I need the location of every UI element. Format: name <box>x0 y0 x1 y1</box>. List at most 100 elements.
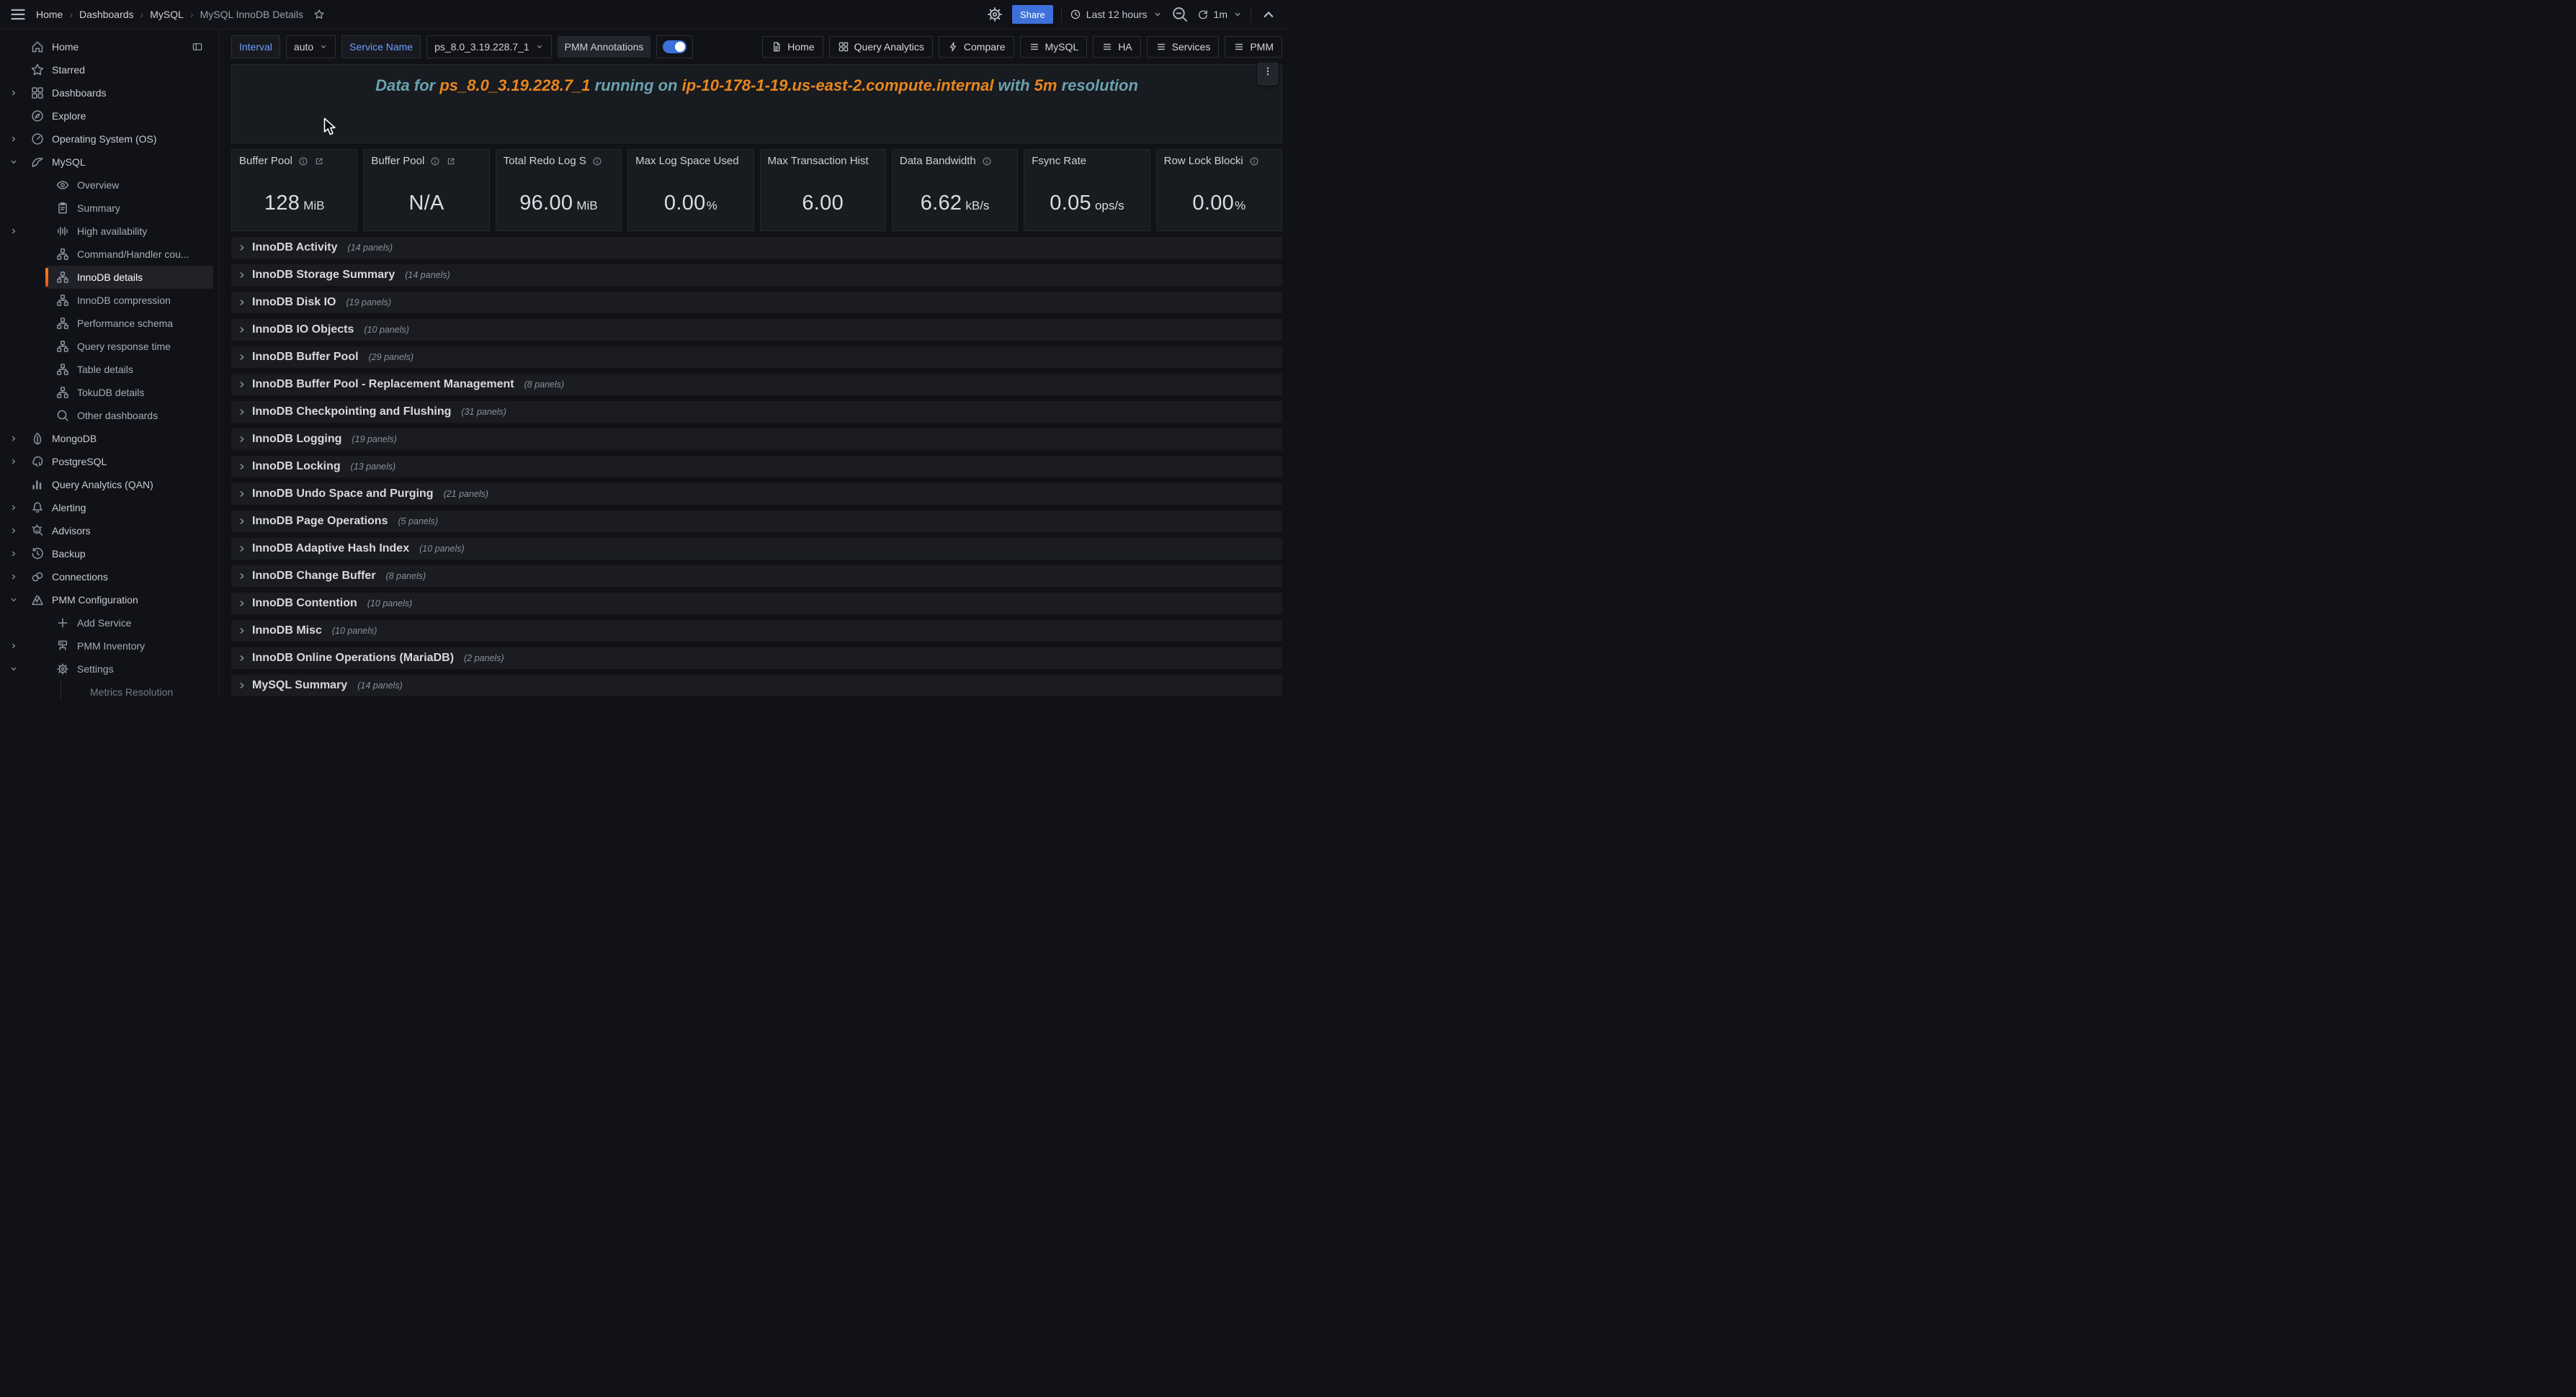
sidebar-item-table-details[interactable]: Table details <box>0 358 213 381</box>
nav-button-mysql[interactable]: MySQL <box>1020 36 1088 58</box>
sidebar-item-add-service[interactable]: Add Service <box>0 611 213 634</box>
stat-panel-header[interactable]: Max Log Space Used <box>635 155 746 167</box>
breadcrumb-item-home[interactable]: Home <box>36 9 63 20</box>
expander[interactable] <box>8 450 19 473</box>
chevron-down-sm-icon[interactable] <box>9 158 18 166</box>
dashboard-row-innodb-adaptive-hash-index[interactable]: InnoDB Adaptive Hash Index (10 panels) <box>231 538 1282 560</box>
chevron-right-icon[interactable] <box>9 503 18 512</box>
dashboard-row-innodb-undo-space-and-purging[interactable]: InnoDB Undo Space and Purging (21 panels… <box>231 483 1282 505</box>
chevron-right-icon[interactable] <box>9 642 18 650</box>
external-link-icon[interactable] <box>446 156 456 166</box>
dashboard-row-innodb-buffer-pool[interactable]: InnoDB Buffer Pool (29 panels) <box>231 346 1282 368</box>
sidebar-item-query-analytics-qan[interactable]: Query Analytics (QAN) <box>0 473 213 496</box>
chevron-right-icon[interactable] <box>9 549 18 558</box>
sidebar-item-pmm-inventory[interactable]: PMM Inventory <box>0 634 213 657</box>
refresh-icon[interactable] <box>1197 9 1209 20</box>
chevron-right-icon[interactable] <box>9 526 18 535</box>
service-name-select[interactable]: ps_8.0_3.19.228.7_1 <box>426 35 552 58</box>
sidebar-item-starred[interactable]: Starred <box>0 58 213 81</box>
expander[interactable] <box>8 220 19 243</box>
collapse-sidebar-button[interactable] <box>192 35 203 58</box>
interval-select[interactable]: auto <box>286 35 336 58</box>
sidebar-item-advisors[interactable]: Advisors <box>0 519 213 542</box>
chevron-down-sm-icon[interactable] <box>9 596 18 604</box>
info-icon[interactable] <box>982 156 992 166</box>
dashboard-row-innodb-locking[interactable]: InnoDB Locking (13 panels) <box>231 456 1282 477</box>
sidebar-item-performance-schema[interactable]: Performance schema <box>0 312 213 335</box>
breadcrumb-item-dashboards[interactable]: Dashboards <box>79 9 134 20</box>
dashboard-row-innodb-activity[interactable]: InnoDB Activity (14 panels) <box>231 237 1282 259</box>
sidebar-item-overview[interactable]: Overview <box>0 174 213 197</box>
share-button[interactable]: Share <box>1012 5 1053 24</box>
expander[interactable] <box>8 565 19 588</box>
chevron-right-icon[interactable] <box>9 457 18 466</box>
menu-icon[interactable] <box>9 5 27 24</box>
nav-button-query-analytics[interactable]: Query Analytics <box>829 36 933 58</box>
nav-button-services[interactable]: Services <box>1147 36 1220 58</box>
sidebar-item-pmm-configuration[interactable]: PMM Configuration <box>0 588 213 611</box>
info-icon[interactable] <box>592 156 602 166</box>
nav-button-pmm[interactable]: PMM <box>1225 36 1282 58</box>
sidebar-item-innodb-compression[interactable]: InnoDB compression <box>0 289 213 312</box>
dashboard-row-innodb-contention[interactable]: InnoDB Contention (10 panels) <box>231 593 1282 614</box>
chevron-right-icon[interactable] <box>9 135 18 143</box>
expander[interactable] <box>8 542 19 565</box>
sidebar-item-mysql[interactable]: MySQL <box>0 151 213 174</box>
dashboard-row-innodb-change-buffer[interactable]: InnoDB Change Buffer (8 panels) <box>231 565 1282 587</box>
dashboard-row-innodb-storage-summary[interactable]: InnoDB Storage Summary (14 panels) <box>231 264 1282 286</box>
pmm-annotations-toggle[interactable] <box>663 40 687 53</box>
refresh-picker[interactable]: 1m <box>1197 9 1243 20</box>
info-icon[interactable] <box>430 156 440 166</box>
stat-panel-header[interactable]: Total Redo Log S <box>504 155 614 167</box>
chevron-down-sm-icon[interactable] <box>9 665 18 673</box>
sidebar-item-command-handler-cou[interactable]: Command/Handler cou... <box>0 243 213 266</box>
nav-button-ha[interactable]: HA <box>1093 36 1140 58</box>
sidebar-item-metrics-resolution[interactable]: Metrics Resolution <box>0 680 213 699</box>
sidebar-item-connections[interactable]: Connections <box>0 565 213 588</box>
chevron-right-icon[interactable] <box>9 227 18 235</box>
stat-panel-header[interactable]: Row Lock Blocki <box>1164 155 1274 167</box>
sidebar-item-settings[interactable]: Settings <box>0 657 213 680</box>
expander[interactable] <box>8 496 19 519</box>
sidebar-item-alerting[interactable]: Alerting <box>0 496 213 519</box>
expander[interactable] <box>8 81 19 104</box>
breadcrumb-item-mysql[interactable]: MySQL <box>150 9 184 20</box>
stat-panel-header[interactable]: Buffer Pool <box>239 155 349 167</box>
panel-menu-kebab[interactable] <box>1258 63 1278 85</box>
sidebar-item-summary[interactable]: Summary <box>0 197 213 220</box>
expander[interactable] <box>8 519 19 542</box>
nav-button-compare[interactable]: Compare <box>939 36 1014 58</box>
sidebar-item-dashboards[interactable]: Dashboards <box>0 81 213 104</box>
dashboard-row-innodb-page-operations[interactable]: InnoDB Page Operations (5 panels) <box>231 511 1282 532</box>
stat-panel-header[interactable]: Data Bandwidth <box>900 155 1010 167</box>
sidebar-item-backup[interactable]: Backup <box>0 542 213 565</box>
chevron-right-icon[interactable] <box>9 434 18 443</box>
dashboard-row-innodb-disk-io[interactable]: InnoDB Disk IO (19 panels) <box>231 292 1282 313</box>
sidebar-item-mongodb[interactable]: MongoDB <box>0 427 213 450</box>
stat-panel-header[interactable]: Buffer Pool <box>371 155 481 167</box>
sidebar-item-home[interactable]: Home <box>0 35 213 58</box>
dashboard-row-innodb-checkpointing-and-flushing[interactable]: InnoDB Checkpointing and Flushing (31 pa… <box>231 401 1282 423</box>
chevron-right-icon[interactable] <box>9 89 18 97</box>
dashboard-row-innodb-misc[interactable]: InnoDB Misc (10 panels) <box>231 620 1282 642</box>
dashboard-row-innodb-io-objects[interactable]: InnoDB IO Objects (10 panels) <box>231 319 1282 341</box>
sidebar-item-high-availability[interactable]: High availability <box>0 220 213 243</box>
collapse-topbar-icon[interactable] <box>1259 5 1278 24</box>
dashboard-settings-icon[interactable] <box>985 5 1004 24</box>
chevron-right-icon[interactable] <box>9 572 18 581</box>
dashboard-row-innodb-online-operations-mariadb[interactable]: InnoDB Online Operations (MariaDB) (2 pa… <box>231 647 1282 669</box>
expander[interactable] <box>8 151 19 174</box>
sidebar-item-query-response-time[interactable]: Query response time <box>0 335 213 358</box>
stat-panel-header[interactable]: Fsync Rate <box>1032 155 1142 167</box>
external-link-icon[interactable] <box>314 156 324 166</box>
dashboard-row-mysql-summary[interactable]: MySQL Summary (14 panels) <box>231 675 1282 696</box>
sidebar-item-other-dashboards[interactable]: Other dashboards <box>0 404 213 427</box>
sidebar-item-explore[interactable]: Explore <box>0 104 213 127</box>
info-icon[interactable] <box>1249 156 1259 166</box>
expander[interactable] <box>8 588 19 611</box>
expander[interactable] <box>8 427 19 450</box>
favorite-star-icon[interactable] <box>313 9 325 20</box>
expander[interactable] <box>8 634 19 657</box>
info-icon[interactable] <box>298 156 308 166</box>
dashboard-row-innodb-buffer-pool-replacement-management[interactable]: InnoDB Buffer Pool - Replacement Managem… <box>231 374 1282 395</box>
